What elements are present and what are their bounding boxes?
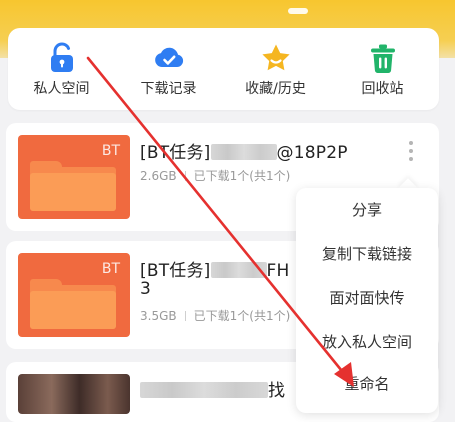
bt-folder-thumbnail: BT (18, 253, 130, 337)
file-context-menu: 分享 复制下载链接 面对面快传 放入私人空间 重命名 (296, 188, 438, 413)
menu-item-copy-download-link[interactable]: 复制下载链接 (296, 232, 438, 276)
blurred-title-text (140, 382, 268, 398)
menu-item-move-to-private-space[interactable]: 放入私人空间 (296, 320, 438, 364)
quick-action-label: 私人空间 (33, 81, 90, 97)
check-cloud-icon (154, 47, 183, 67)
more-options-icon[interactable] (406, 141, 416, 167)
file-title-suffix: @18P2P (276, 143, 348, 163)
trash-icon (370, 44, 395, 74)
quick-action-label: 回收站 (361, 81, 404, 97)
file-title-line2: 3 (140, 279, 152, 299)
quick-action-private-space[interactable]: 私人空间 (8, 28, 115, 110)
thumbnail-tag: BT (101, 143, 120, 159)
file-title: 找 (140, 376, 285, 401)
quick-action-recycle-bin[interactable]: 回收站 (329, 28, 436, 110)
video-thumbnail (18, 374, 130, 414)
quick-action-download-history[interactable]: 下载记录 (115, 28, 222, 110)
file-title-prefix: [BT任务] (140, 143, 211, 163)
file-title-prefix: [BT任务] (140, 261, 211, 281)
file-meta: 3.5GB 已下载1个(共1个) (140, 307, 290, 324)
file-size: 2.6GB (140, 169, 177, 183)
file-size: 3.5GB (140, 309, 177, 323)
quick-action-label: 下载记录 (140, 81, 197, 97)
page-indicator (288, 8, 308, 14)
menu-item-rename[interactable]: 重命名 (296, 362, 438, 406)
quick-actions-bar: 私人空间 下载记录 收藏/历史 回收站 (8, 28, 439, 110)
lock-open-icon (50, 42, 73, 72)
menu-item-share[interactable]: 分享 (296, 188, 438, 232)
blurred-title-text (210, 144, 277, 160)
download-status: 已下载1个(共1个) (193, 309, 291, 323)
quick-action-favorites-history[interactable]: 收藏/历史 (222, 28, 329, 110)
quick-action-label: 收藏/历史 (245, 81, 306, 97)
thumbnail-tag: BT (101, 261, 120, 277)
file-title: [BT任务] @18P2P (140, 138, 348, 163)
download-status: 已下载1个(共1个) (193, 169, 291, 183)
file-meta: 2.6GB 已下载1个(共1个) (140, 167, 290, 184)
bt-folder-thumbnail: BT (18, 135, 130, 219)
file-title-suffix: 找 (268, 381, 286, 401)
file-title-suffix: FH (266, 261, 290, 281)
file-title: [BT任务] FH (140, 256, 289, 281)
blurred-title-text (210, 262, 267, 278)
menu-item-face-to-face-transfer[interactable]: 面对面快传 (296, 276, 438, 320)
star-icon (261, 44, 290, 71)
